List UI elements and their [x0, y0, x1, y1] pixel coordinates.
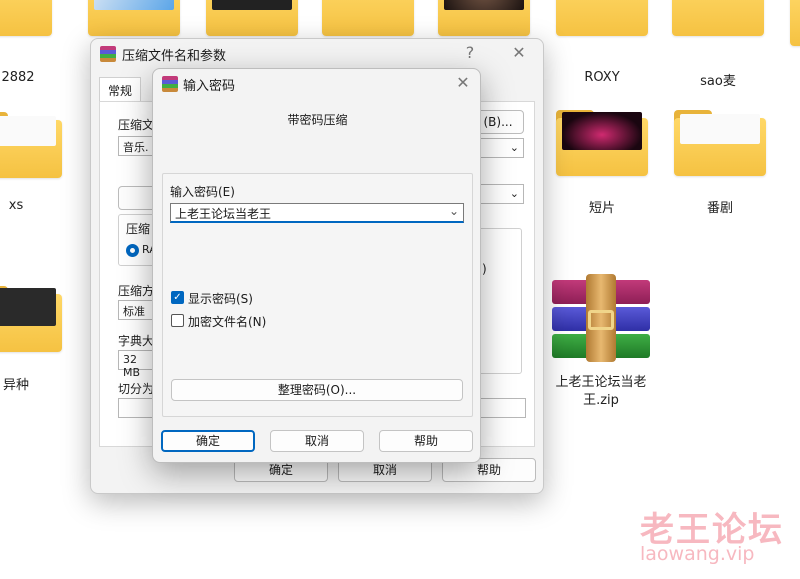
folder-label-roxy: ROXY: [584, 70, 620, 85]
encrypt-filenames-checkbox[interactable]: [171, 314, 184, 327]
password-input[interactable]: 上老王论坛当老王 ⌄: [170, 203, 464, 223]
folder-icon[interactable]: [556, 0, 648, 36]
winrar-app-icon: [100, 46, 116, 62]
encrypt-filenames-label: 加密文件名(N): [188, 315, 267, 329]
show-password-checkbox[interactable]: ✓: [171, 291, 184, 304]
dialog-title: 压缩文件名和参数: [122, 49, 227, 64]
folder-label-short: 短片: [588, 201, 615, 216]
show-password-label: 显示密码(S): [188, 292, 253, 306]
format-label: 压缩: [126, 222, 151, 236]
archive-name-label: 压缩文: [118, 118, 155, 132]
close-icon[interactable]: ✕: [509, 43, 529, 62]
folder-label-alien: 异种: [2, 378, 29, 393]
organize-passwords-button[interactable]: 整理密码(O)...: [171, 379, 463, 401]
rar-radio[interactable]: [126, 244, 139, 257]
password-dialog: 输入密码 ✕ 带密码压缩 输入密码(E) 上老王论坛当老王 ⌄ ✓ 显示密码(S…: [152, 68, 481, 463]
folder-icon[interactable]: [322, 0, 414, 36]
folder-icon[interactable]: [0, 286, 62, 352]
password-label: 输入密码(E): [170, 185, 235, 199]
zip-file-label: 上老王论坛当老王.zip: [555, 375, 647, 408]
folder-icon[interactable]: [438, 0, 530, 36]
folder-icon[interactable]: [0, 0, 52, 36]
close-icon[interactable]: ✕: [453, 73, 473, 92]
title-bar[interactable]: 压缩文件名和参数 ? ✕: [91, 39, 543, 69]
folder-icon[interactable]: [0, 112, 62, 178]
help-icon[interactable]: ?: [460, 43, 480, 62]
password-cancel-button[interactable]: 取消: [270, 430, 364, 452]
folder-icon[interactable]: [88, 0, 180, 36]
watermark-url: laowang.vip: [640, 543, 755, 565]
options-paren: ): [482, 262, 487, 276]
folder-label-anime: 番剧: [706, 201, 733, 216]
folder-label: 2882: [1, 70, 35, 85]
password-dialog-title: 输入密码: [183, 79, 236, 94]
method-label: 压缩方: [118, 284, 155, 298]
zip-file-icon[interactable]: [552, 274, 650, 362]
folder-icon[interactable]: [790, 0, 800, 46]
folder-icon[interactable]: [672, 0, 764, 36]
password-value: 上老王论坛当老王: [175, 207, 272, 221]
folder-label-xs: xs: [8, 198, 24, 213]
dictionary-label: 字典大: [118, 334, 155, 348]
password-help-button[interactable]: 帮助: [379, 430, 473, 452]
folder-icon[interactable]: [674, 110, 766, 176]
password-dialog-heading: 带密码压缩: [287, 113, 348, 127]
folder-icon[interactable]: [206, 0, 298, 36]
folder-icon[interactable]: [556, 110, 648, 176]
tab-general[interactable]: 常规: [99, 77, 142, 101]
split-label: 切分为: [118, 382, 155, 396]
winrar-app-icon: [162, 76, 178, 92]
folder-label-sao: sao麦: [700, 74, 736, 89]
chevron-down-icon[interactable]: ⌄: [449, 204, 459, 218]
password-ok-button[interactable]: 确定: [161, 430, 255, 452]
